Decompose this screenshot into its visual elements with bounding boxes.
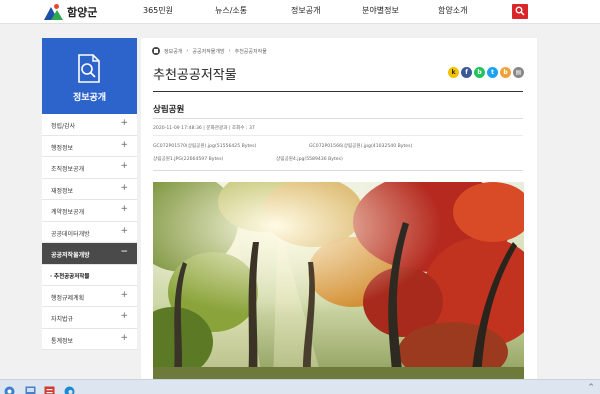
breadcrumb-item[interactable]: 추천공공저작물 xyxy=(235,48,267,55)
sidebar-item-finance[interactable]: 재정정보 + xyxy=(42,178,137,200)
blog-icon[interactable]: b xyxy=(500,67,511,78)
attachment-link[interactable]: GC072P01566(상림공원).jpg(41032540 Bytes) xyxy=(309,143,412,149)
attachment-link[interactable]: 상림공원4.jpg(5589436 Bytes) xyxy=(276,156,343,162)
facebook-icon[interactable]: f xyxy=(461,67,472,78)
nav-item-about[interactable]: 함양소개 xyxy=(438,5,467,16)
expand-icon[interactable]: + xyxy=(120,205,128,214)
breadcrumb-item[interactable]: 정보공개 xyxy=(164,48,182,55)
expand-icon[interactable]: + xyxy=(120,226,128,236)
nav-item-info-disclosure[interactable]: 정보공개 xyxy=(291,5,320,16)
sidebar-item-audit[interactable]: 정립/감사 + xyxy=(42,114,137,136)
sidebar-header: 정보공개 xyxy=(42,38,137,114)
sidebar-item-admin-info[interactable]: 행정정보 + xyxy=(42,135,137,157)
document-search-icon xyxy=(78,54,100,83)
breadcrumb-separator: › xyxy=(228,48,231,54)
search-icon xyxy=(515,6,525,16)
expand-icon[interactable]: + xyxy=(120,333,128,343)
nav-item-news[interactable]: 뉴스/소통 xyxy=(215,5,247,16)
title-divider xyxy=(153,91,523,92)
logo-text: 함양군 xyxy=(67,6,98,19)
tray-chevron-icon[interactable]: ^ xyxy=(588,383,594,391)
expand-icon[interactable]: + xyxy=(120,312,128,321)
home-icon[interactable] xyxy=(152,47,160,55)
sidebar: 정보공개 정립/감사 + 행정정보 + 조직정보공개 + 재정정보 + 계약정보… xyxy=(42,38,137,350)
expand-icon[interactable]: + xyxy=(120,119,128,128)
nav-item-field-info[interactable]: 분야별정보 xyxy=(362,5,399,16)
attachment-link[interactable]: GC072P01570(상림공원).jpg(51556425 Bytes) xyxy=(153,143,256,149)
page-title: 추천공공저작물 xyxy=(153,68,237,83)
start-icon[interactable] xyxy=(4,382,15,394)
nav-item-civil-service[interactable]: 365민원 xyxy=(143,5,173,16)
collapse-icon[interactable]: − xyxy=(120,248,128,257)
expand-icon[interactable]: + xyxy=(120,290,128,300)
hwp-icon[interactable] xyxy=(44,382,55,394)
expand-icon[interactable]: + xyxy=(120,162,128,171)
sidebar-item-regulation-plan[interactable]: 행정규제계획 + xyxy=(42,285,137,307)
logo-mark-icon xyxy=(44,4,64,20)
print-icon[interactable]: ▤ xyxy=(513,67,524,78)
sidebar-item-public-works[interactable]: 공공저작물개방 − xyxy=(42,243,137,265)
expand-icon[interactable]: + xyxy=(120,140,128,150)
app-icon[interactable] xyxy=(25,382,36,394)
search-button[interactable] xyxy=(512,4,528,19)
edge-browser-icon[interactable] xyxy=(64,382,75,394)
sidebar-subitem-recommended-works[interactable]: · 추천공공저작물 xyxy=(42,264,137,286)
attachment-divider xyxy=(153,170,523,171)
post-meta: 2020-11-09 17:48:36 | 문화관광과 | 조회수 : 37 xyxy=(153,126,255,131)
sidebar-item-open-data[interactable]: 공공데이터개방 + xyxy=(42,221,137,243)
sidebar-item-org-info[interactable]: 조직정보공개 + xyxy=(42,157,137,179)
kakao-story-icon[interactable]: k xyxy=(448,67,459,78)
sidebar-item-statistics[interactable]: 통계정보 + xyxy=(42,328,137,350)
share-toolbar: k f b t b ▤ xyxy=(448,67,524,78)
taskbar: ^ xyxy=(0,379,600,394)
breadcrumb-item[interactable]: 공공저작물개방 xyxy=(192,48,224,55)
breadcrumb-separator: › xyxy=(186,48,189,54)
sidebar-item-contracts[interactable]: 계약정보공개 + xyxy=(42,200,137,222)
twitter-icon[interactable]: t xyxy=(487,67,498,78)
park-autumn-photo xyxy=(153,182,524,380)
post-divider xyxy=(153,118,523,119)
post-title: 상림공원 xyxy=(153,105,185,115)
breadcrumb: 정보공개 › 공공저작물개방 › 추천공공저작물 xyxy=(152,47,267,55)
main-content: 정보공개 › 공공저작물개방 › 추천공공저작물 추천공공저작물 k f b t… xyxy=(141,38,537,380)
sidebar-title: 정보공개 xyxy=(72,93,107,103)
band-icon[interactable]: b xyxy=(474,67,485,78)
site-logo[interactable]: 함양군 xyxy=(44,3,97,21)
attachment-link[interactable]: 상림공원1.JPG(22664597 Bytes) xyxy=(153,156,223,162)
meta-divider xyxy=(153,135,523,136)
forest-image xyxy=(153,182,524,380)
site-header: 함양군 365민원 뉴스/소통 정보공개 분야별정보 함양소개 xyxy=(0,0,600,24)
sidebar-item-bylaws[interactable]: 자치법규 + xyxy=(42,307,137,329)
expand-icon[interactable]: + xyxy=(120,183,128,193)
